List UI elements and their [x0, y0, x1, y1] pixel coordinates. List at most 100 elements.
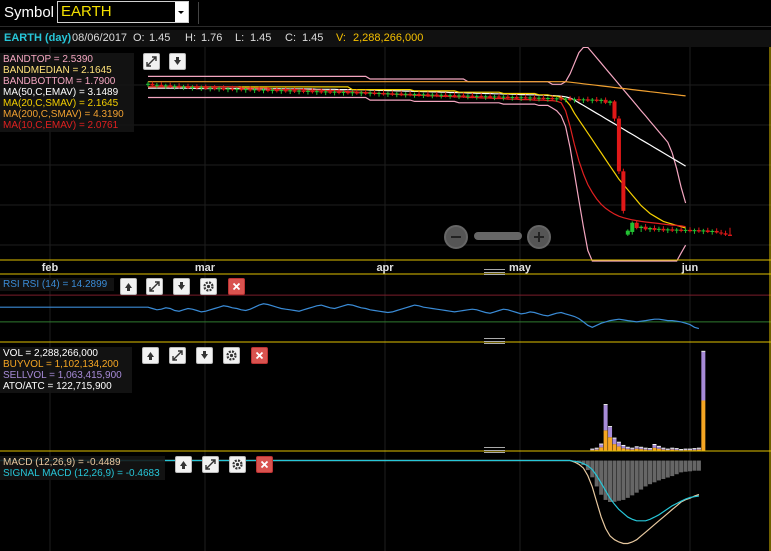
- candle-body: [274, 89, 279, 92]
- candle-body: [514, 96, 519, 99]
- legend-bandbottom: BANDBOTTOM = 1.7900: [3, 76, 116, 87]
- atoatc-bar: [621, 444, 626, 446]
- candle-body: [474, 95, 479, 97]
- candle-body: [403, 93, 408, 95]
- macd-expand-button[interactable]: [202, 456, 219, 473]
- rsi-legend: RSI RSI (14) = 14.2899: [0, 278, 114, 291]
- zoom-out-button[interactable]: [444, 225, 468, 249]
- legend-signal-value: SIGNAL MACD (12,26,9) = -0.4683: [3, 468, 160, 479]
- macd-close-button[interactable]: [256, 456, 273, 473]
- volume-panel: [590, 350, 706, 451]
- candle-body: [692, 230, 697, 232]
- rsi-move-up-button[interactable]: [120, 278, 137, 295]
- candle-body: [456, 95, 461, 97]
- candle-body: [728, 234, 732, 236]
- symbol-select[interactable]: EARTH: [57, 1, 189, 23]
- macd-histogram-bar: [634, 460, 639, 493]
- candle-body: [230, 88, 235, 90]
- legend-sellvol: SELLVOL = 1,063,415,900: [3, 370, 122, 381]
- candle-body: [297, 90, 302, 92]
- candle-body: [279, 90, 284, 92]
- arrow-up-icon: [147, 352, 154, 360]
- arrow-down-icon: [178, 282, 185, 290]
- macd-histogram-bar: [670, 460, 675, 477]
- atoatc-bar: [656, 445, 661, 447]
- candle-body: [550, 98, 555, 100]
- candle-body: [314, 91, 319, 93]
- rsi-settings-button[interactable]: [200, 278, 217, 295]
- macd-move-up-button[interactable]: [175, 456, 192, 473]
- sellvol-bar: [696, 448, 701, 450]
- move-down-button[interactable]: [169, 53, 186, 70]
- atoatc-bar: [603, 404, 608, 406]
- candle-body: [265, 89, 270, 91]
- vol-close-button[interactable]: [251, 347, 268, 364]
- price-legend: BANDTOP = 2.5390 BANDMEDIAN = 2.1645 BAN…: [0, 53, 134, 132]
- vol-move-up-button[interactable]: [142, 347, 159, 364]
- candle-body: [688, 229, 693, 232]
- macd-histogram-bar: [696, 460, 701, 471]
- candle-body: [581, 99, 586, 101]
- candle-body: [496, 96, 501, 98]
- sellvol-bar: [594, 448, 599, 450]
- gear-icon: [232, 459, 243, 470]
- macd-settings-button[interactable]: [229, 456, 246, 473]
- vol-settings-button[interactable]: [223, 347, 240, 364]
- macd-histogram-bar: [652, 460, 657, 483]
- expand-button[interactable]: [143, 53, 160, 70]
- candle-body: [185, 86, 190, 88]
- rsi-resize-handle[interactable]: [484, 269, 505, 275]
- candle-body: [359, 92, 364, 94]
- candle-body: [212, 87, 217, 90]
- candle-body: [612, 101, 617, 119]
- macd-resize-handle[interactable]: [484, 447, 505, 453]
- legend-bandtop: BANDTOP = 2.5390: [3, 54, 93, 65]
- legend-ma50: MA(50,C,EMAV) = 3.1489: [3, 87, 119, 98]
- sellvol-bar: [616, 442, 621, 447]
- candle-body: [425, 94, 430, 96]
- volume-label: V:: [336, 32, 346, 44]
- candle-body: [568, 98, 573, 101]
- candle-body: [501, 96, 506, 98]
- x-tick-label: jun: [681, 262, 699, 274]
- candle-body: [532, 97, 537, 99]
- candle-body: [305, 90, 310, 92]
- candle-body: [545, 98, 550, 100]
- candle-body: [448, 95, 453, 97]
- vol-expand-button[interactable]: [169, 347, 186, 364]
- chart-title: EARTH (day): [4, 32, 72, 44]
- sellvol-bar: [643, 448, 648, 450]
- vol-move-down-button[interactable]: [196, 347, 213, 364]
- ohlc-header: EARTH (day) 08/06/2017 O: 1.45 H: 1.76 L…: [0, 30, 771, 47]
- buyvol-bar: [612, 444, 617, 451]
- overlay-line: [148, 86, 686, 229]
- candle-body: [599, 99, 604, 101]
- candle-body: [310, 90, 315, 93]
- rsi-close-button[interactable]: [228, 278, 245, 295]
- legend-buyvol: BUYVOL = 1,102,134,200: [3, 359, 119, 370]
- chevron-down-icon[interactable]: [175, 2, 188, 22]
- candle-body: [439, 94, 444, 96]
- buyvol-bar: [603, 430, 608, 451]
- rsi-expand-button[interactable]: [146, 278, 163, 295]
- zoom-in-button[interactable]: [527, 225, 551, 249]
- macd-histogram-bar: [616, 460, 621, 501]
- close-icon: [260, 460, 269, 469]
- sellvol-bar: [656, 446, 661, 449]
- zoom-slider[interactable]: [474, 232, 522, 240]
- candle-body: [443, 94, 448, 97]
- macd-histogram-bar: [630, 460, 635, 496]
- volume-resize-handle[interactable]: [484, 338, 505, 344]
- candle-body: [381, 92, 386, 95]
- rsi-move-down-button[interactable]: [173, 278, 190, 295]
- sellvol-bar: [630, 448, 635, 450]
- atoatc-bar: [630, 447, 635, 449]
- price-panel: [146, 47, 732, 262]
- candle-body: [665, 229, 670, 231]
- gear-icon: [226, 350, 237, 361]
- candle-body: [199, 87, 204, 89]
- candle-body: [421, 94, 426, 96]
- buyvol-bar: [599, 447, 604, 451]
- overlay-line: [148, 86, 686, 228]
- candle-body: [634, 222, 639, 229]
